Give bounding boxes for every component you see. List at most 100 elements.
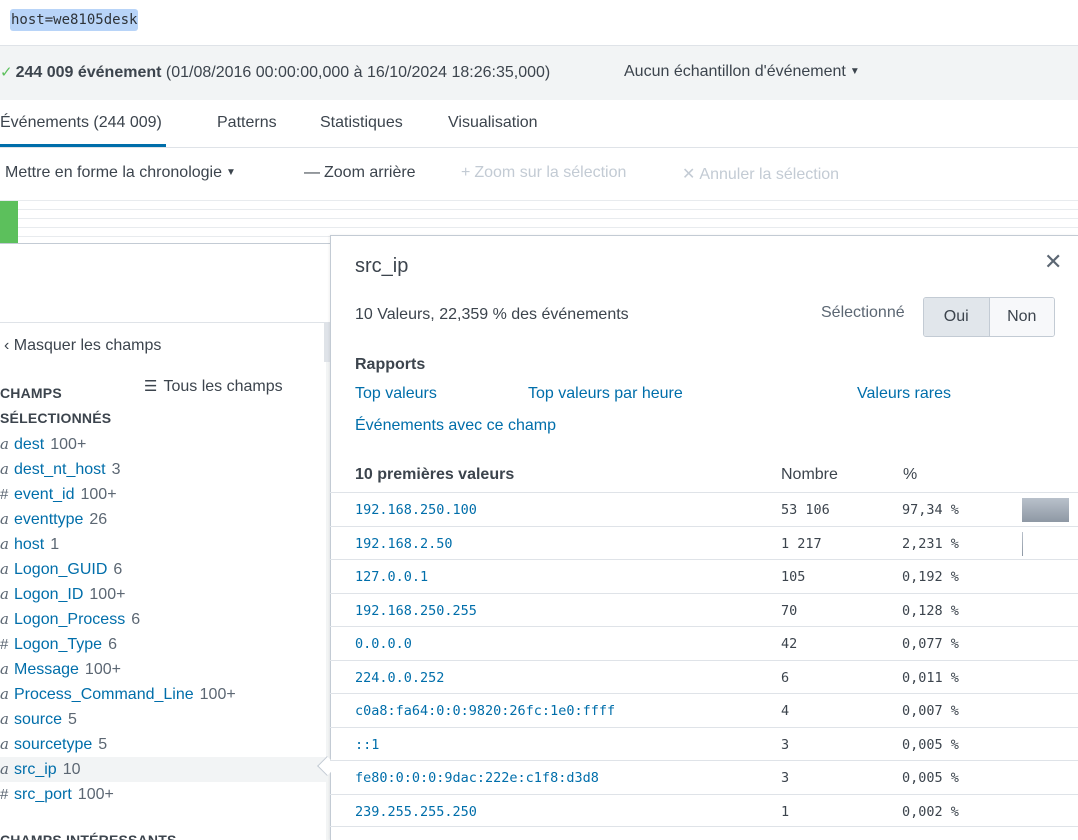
string-field-icon: a <box>0 585 9 603</box>
sidebar-field-logon-guid[interactable]: a Logon_GUID 6 <box>0 557 326 582</box>
value-link[interactable]: ::1 <box>355 737 379 753</box>
timeline-bar[interactable] <box>0 201 18 243</box>
value-percent: 0,007 % <box>902 703 959 719</box>
top-values-by-hour-link[interactable]: Top valeurs par heure <box>528 385 683 403</box>
sampling-dropdown[interactable]: Aucun échantillon d'événement ▼ <box>624 63 860 81</box>
value-percent: 0,005 % <box>902 736 959 753</box>
search-input[interactable]: host=we8105desk <box>10 9 139 31</box>
timeline-gridline <box>0 200 1078 201</box>
string-field-icon: a <box>0 685 9 703</box>
tab-statistics[interactable]: Statistiques <box>320 114 403 132</box>
value-percent: 0,192 % <box>902 569 959 585</box>
numeric-field-icon: # <box>0 786 9 803</box>
value-link[interactable]: 127.0.0.1 <box>355 569 428 585</box>
selected-toggle: Oui Non <box>923 297 1055 337</box>
time-range: (01/08/2016 00:00:00,000 à 16/10/2024 18… <box>165 64 551 81</box>
caret-down-icon: ▼ <box>226 167 236 178</box>
sidebar-field-host[interactable]: a host 1 <box>0 532 326 557</box>
table-row: 0.0.0.0 42 0,077 % <box>330 626 1078 660</box>
field-count: 100+ <box>50 436 87 453</box>
value-link[interactable]: 224.0.0.252 <box>355 670 444 686</box>
field-count: 100+ <box>80 486 117 503</box>
field-name: dest <box>14 436 45 453</box>
value-link[interactable]: 239.255.255.250 <box>355 804 477 820</box>
value-percent: 0,077 % <box>902 636 959 652</box>
tab-events[interactable]: Événements (244 009) <box>0 114 162 132</box>
timeline-toolbar: Mettre en forme la chronologie ▼ — Zoom ar… <box>0 162 1078 186</box>
all-fields-button[interactable]: ☰ Tous les champs <box>144 377 283 396</box>
sidebar-field-message[interactable]: a Message 100+ <box>0 657 326 682</box>
string-field-icon: a <box>0 660 9 678</box>
top-values-table: 192.168.250.100 53 106 97,34 % 192.168.2.50… <box>330 492 1078 827</box>
field-count: 100+ <box>84 661 121 678</box>
string-field-icon: a <box>0 610 9 628</box>
field-count: 6 <box>113 561 123 578</box>
event-count-status: ✓ 244 009 événement (01/08/2016 00:00:00,… <box>0 63 550 82</box>
sidebar-field-sourcetype[interactable]: a sourcetype 5 <box>0 732 326 757</box>
table-row: 239.255.255.250 1 0,002 % <box>330 793 1078 827</box>
sidebar-field-logon-type[interactable]: # Logon_Type 6 <box>0 632 326 657</box>
string-field-icon: a <box>0 735 9 753</box>
sidebar-field-src-port[interactable]: # src_port 100+ <box>0 782 326 807</box>
sidebar-field-src-ip[interactable]: a src_ip 10 <box>0 757 326 782</box>
selected-no-button[interactable]: Non <box>989 298 1054 336</box>
value-percent: 0,128 % <box>902 602 959 619</box>
sidebar-field-event-id[interactable]: # event_id 100+ <box>0 482 326 507</box>
sidebar-field-dest[interactable]: a dest 100+ <box>0 432 326 457</box>
value-link[interactable]: 192.168.250.100 <box>355 502 477 518</box>
count-column-header: Nombre <box>781 466 838 483</box>
value-link[interactable]: 192.168.250.255 <box>355 603 477 619</box>
format-timeline-button[interactable]: Mettre en forme la chronologie ▼ <box>5 164 236 182</box>
sidebar-field-logon-process[interactable]: a Logon_Process 6 <box>0 607 326 632</box>
tab-patterns[interactable]: Patterns <box>217 114 277 132</box>
active-tab-indicator <box>0 144 166 147</box>
zoom-out-button[interactable]: — Zoom arrière <box>304 164 416 182</box>
cancel-selection-button[interactable]: ✕ Annuler la sélection <box>682 164 839 184</box>
tab-visualization[interactable]: Visualisation <box>448 114 538 132</box>
events-with-field-link[interactable]: Événements avec ce champ <box>355 417 556 435</box>
plus-icon: + <box>461 164 471 181</box>
sidebar-field-logon-id[interactable]: a Logon_ID 100+ <box>0 582 326 607</box>
chevron-left-icon: ‹ <box>4 337 14 354</box>
field-count: 3 <box>111 461 121 478</box>
selected-fields-list: a dest 100+ a dest_nt_host 3 # event_id 100+ a eve… <box>0 432 326 807</box>
field-name: Message <box>14 661 79 678</box>
field-name: host <box>14 536 45 553</box>
value-count: 105 <box>781 569 806 585</box>
sidebar-field-source[interactable]: a source 5 <box>0 707 326 732</box>
selected-label: Sélectionné <box>821 304 905 321</box>
close-icon[interactable]: ✕ <box>1044 249 1062 275</box>
field-count: 10 <box>62 761 81 778</box>
field-count: 6 <box>108 636 117 653</box>
popover-title: src_ip <box>355 255 409 277</box>
string-field-icon: a <box>0 535 9 553</box>
rare-values-link[interactable]: Valeurs rares <box>857 385 951 403</box>
selected-yes-button[interactable]: Oui <box>924 298 990 336</box>
hide-fields-button[interactable]: ‹ Masquer les champs <box>4 337 161 355</box>
top-values-link[interactable]: Top valeurs <box>355 385 437 403</box>
value-percent: 0,005 % <box>902 770 959 786</box>
zoom-to-selection-button[interactable]: + Zoom sur la sélection <box>461 164 626 182</box>
field-count: 100+ <box>199 686 236 703</box>
value-link[interactable]: c0a8:fa64:0:0:9820:26fc:1e0:ffff <box>355 703 615 719</box>
sidebar-field-process-command-line[interactable]: a Process_Command_Line 100+ <box>0 682 326 707</box>
table-row: 127.0.0.1 105 0,192 % <box>330 559 1078 593</box>
sidebar-field-eventtype[interactable]: a eventtype 26 <box>0 507 326 532</box>
value-percent: 2,231 % <box>902 535 959 552</box>
table-row: ::1 3 0,005 % <box>330 726 1078 761</box>
value-count: 42 <box>781 636 798 652</box>
field-name: event_id <box>14 486 75 503</box>
sidebar-field-dest-nt-host[interactable]: a dest_nt_host 3 <box>0 457 326 482</box>
field-name: src_port <box>14 786 72 803</box>
value-count: 3 <box>781 770 790 786</box>
percent-column-header: % <box>903 466 918 483</box>
timeline-gridline <box>0 209 1078 210</box>
close-icon: ✕ <box>682 166 696 183</box>
value-link[interactable]: fe80:0:0:0:9dac:222e:c1f8:d3d8 <box>355 770 599 786</box>
search-bar[interactable]: host=we8105desk <box>0 0 1078 46</box>
field-count: 26 <box>89 511 108 528</box>
reports-title: Rapports <box>355 356 426 373</box>
value-link[interactable]: 192.168.2.50 <box>355 536 453 552</box>
value-link[interactable]: 0.0.0.0 <box>355 636 412 652</box>
table-row: 192.168.250.255 70 0,128 % <box>330 592 1078 627</box>
